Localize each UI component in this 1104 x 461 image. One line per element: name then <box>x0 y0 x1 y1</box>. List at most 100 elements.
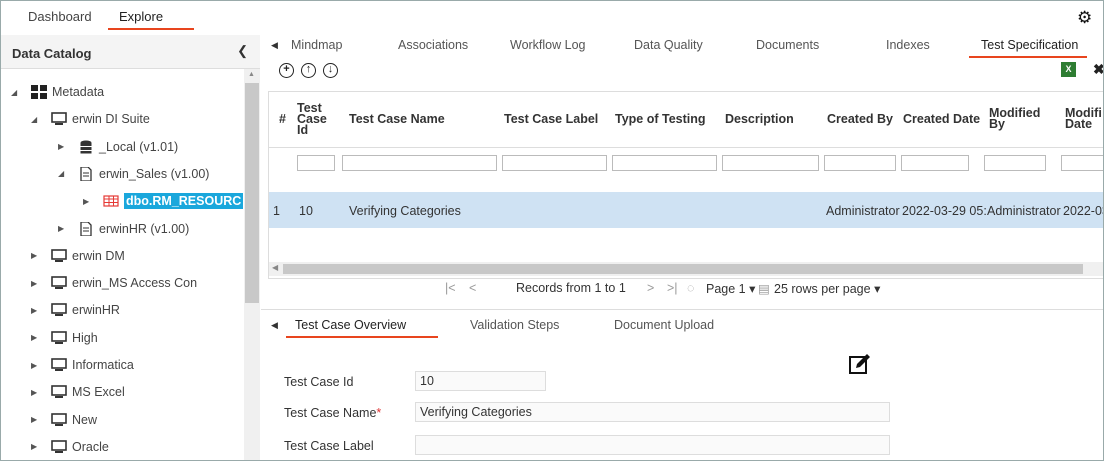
refresh-icon[interactable]: ◌ <box>687 281 694 295</box>
test-case-id-field[interactable]: 10 <box>415 371 546 391</box>
filter-test-case-name[interactable] <box>342 155 497 171</box>
collapsed-arrow-icon[interactable]: ▶ <box>31 415 41 424</box>
tab-explore[interactable]: Explore <box>119 9 163 24</box>
filter-description[interactable] <box>722 155 819 171</box>
col-head-test-case-name[interactable]: Test Case Name <box>349 113 445 126</box>
tree-node-label: Informatica <box>72 358 134 372</box>
tree-node[interactable]: ▶ New <box>31 409 97 431</box>
expanded-arrow-icon[interactable]: ◢ <box>31 115 41 124</box>
collapsed-arrow-icon[interactable]: ▶ <box>31 333 41 342</box>
collapsed-arrow-icon[interactable]: ▶ <box>31 361 41 370</box>
collapsed-arrow-icon[interactable]: ▶ <box>58 142 68 151</box>
test-case-name-field[interactable]: Verifying Categories <box>415 402 890 422</box>
tab-data-quality[interactable]: Data Quality <box>634 38 703 52</box>
tab-test-case-overview[interactable]: Test Case Overview <box>295 318 406 332</box>
monitor-icon <box>51 276 67 290</box>
tab-indexes[interactable]: Indexes <box>886 38 930 52</box>
tree-node-label: New <box>72 412 98 427</box>
collapsed-arrow-icon[interactable]: ▶ <box>31 306 41 315</box>
tree-node[interactable]: ▶ Oracle <box>31 436 109 458</box>
page-select[interactable]: Page 1 ▾ <box>706 281 755 296</box>
col-head-test-case-id[interactable]: Test Case Id <box>297 102 327 137</box>
scroll-left-icon[interactable]: ◀ <box>272 263 278 272</box>
col-head-created-date[interactable]: Created Date <box>903 113 980 126</box>
prev-page-icon[interactable]: < <box>469 281 476 295</box>
first-page-icon[interactable]: |< <box>445 281 456 295</box>
collapsed-arrow-icon[interactable]: ▶ <box>58 224 68 233</box>
collapsed-arrow-icon[interactable]: ▶ <box>31 442 41 451</box>
tree-node[interactable]: ◢ erwin_Sales (v1.00) <box>58 163 209 185</box>
tree-node[interactable]: ▶ High <box>31 327 98 349</box>
collapsed-arrow-icon[interactable]: ▶ <box>31 279 41 288</box>
tab-workflow-log[interactable]: Workflow Log <box>510 38 586 52</box>
tree-node[interactable]: ▶ Informatica <box>31 354 134 376</box>
expanded-arrow-icon[interactable]: ◢ <box>11 88 21 97</box>
tree-node[interactable]: ◢ Metadata <box>11 81 104 103</box>
filter-modified-by[interactable] <box>984 155 1046 171</box>
filter-test-case-id[interactable] <box>297 155 335 171</box>
last-page-icon[interactable]: >| <box>667 281 678 295</box>
tree-node-label: Metadata <box>52 85 105 99</box>
top-tab-bar: Dashboard Explore ⚙ <box>1 1 1103 35</box>
gear-icon[interactable]: ⚙ <box>1077 9 1093 26</box>
arrow-up-icon[interactable]: ↑ <box>301 63 316 78</box>
col-head-modified-by[interactable]: Modified By <box>989 107 1040 131</box>
tab-documents[interactable]: Documents <box>756 38 819 52</box>
collapsed-arrow-icon[interactable]: ▶ <box>83 197 93 206</box>
edit-icon[interactable] <box>849 353 871 375</box>
add-icon[interactable]: + <box>279 63 294 78</box>
caret-left-icon[interactable]: ◀ <box>271 320 278 331</box>
tree-node[interactable]: ▶ erwinHR (v1.00) <box>58 218 189 240</box>
col-head-created-by[interactable]: Created By <box>827 113 893 126</box>
active-tab-underline <box>108 28 194 30</box>
tree-node-label: erwin_MS Access Con <box>72 276 198 291</box>
caret-left-icon[interactable]: ◀ <box>271 40 278 51</box>
filter-created-by[interactable] <box>824 155 896 171</box>
tab-associations[interactable]: Associations <box>398 38 468 52</box>
filter-type-of-testing[interactable] <box>612 155 717 171</box>
tab-test-specification[interactable]: Test Specification <box>981 38 1078 52</box>
test-case-label-field[interactable] <box>415 435 890 455</box>
rows-per-page-select[interactable]: 25 rows per page ▾ <box>774 281 880 296</box>
database-icon <box>78 140 94 154</box>
test-case-label-label: Test Case Label <box>284 439 374 453</box>
collapse-panel-icon[interactable]: ❮ <box>237 43 248 59</box>
active-detail-tab-underline <box>286 336 438 338</box>
scrollbar-thumb[interactable] <box>245 83 259 303</box>
tree-node[interactable]: ▶ MS Excel <box>31 381 125 403</box>
col-head-type-of-testing[interactable]: Type of Testing <box>615 113 706 126</box>
collapsed-arrow-icon[interactable]: ▶ <box>31 388 41 397</box>
grid-horizontal-scrollbar[interactable]: ◀ <box>269 262 1103 276</box>
filter-created-date[interactable] <box>901 155 969 171</box>
excel-export-icon[interactable]: X <box>1061 62 1076 77</box>
filter-test-case-label[interactable] <box>502 155 607 171</box>
expanded-arrow-icon[interactable]: ◢ <box>58 169 68 178</box>
tab-document-upload[interactable]: Document Upload <box>614 318 714 332</box>
tab-mindmap[interactable]: Mindmap <box>291 38 342 52</box>
col-head-modified-date[interactable]: Modifi Date <box>1065 107 1103 131</box>
monitor-icon <box>51 412 67 427</box>
filter-modified-date[interactable] <box>1061 155 1103 171</box>
tree-node-label: erwin DM <box>72 248 125 263</box>
collapsed-arrow-icon[interactable]: ▶ <box>31 251 41 260</box>
close-icon[interactable]: ✖ <box>1093 61 1103 78</box>
scroll-up-icon[interactable]: ▲ <box>248 71 255 78</box>
tree-node[interactable]: ▶ _Local (v1.01) <box>58 136 178 158</box>
tab-validation-steps[interactable]: Validation Steps <box>470 318 559 332</box>
tree-node-label: High <box>72 330 98 345</box>
app-window: Dashboard Explore ⚙ Data Catalog ❮ ◢ Meta… <box>0 0 1104 461</box>
tree-node[interactable]: ▶ erwin_MS Access Con <box>31 272 197 294</box>
next-page-icon[interactable]: > <box>647 281 654 295</box>
tab-dashboard[interactable]: Dashboard <box>28 9 92 24</box>
tree-node[interactable]: ◢ erwin DI Suite <box>31 108 150 130</box>
col-head-description[interactable]: Description <box>725 113 794 126</box>
arrow-down-icon[interactable]: ↓ <box>323 63 338 78</box>
tree-node[interactable]: ▶ erwinHR <box>31 299 120 321</box>
tree-node[interactable]: ▶ erwin DM <box>31 245 125 267</box>
tree-node[interactable]: ▶ dbo.RM_RESOURC <box>83 190 244 212</box>
rows-per-page-value: 25 rows per page <box>774 282 871 296</box>
col-head-test-case-label[interactable]: Test Case Label <box>504 113 598 126</box>
table-row[interactable]: 1 10 Verifying Categories Administrator … <box>269 192 1103 228</box>
scrollbar-thumb[interactable] <box>283 264 1083 274</box>
tree-scrollbar[interactable]: ▲ <box>244 69 260 460</box>
